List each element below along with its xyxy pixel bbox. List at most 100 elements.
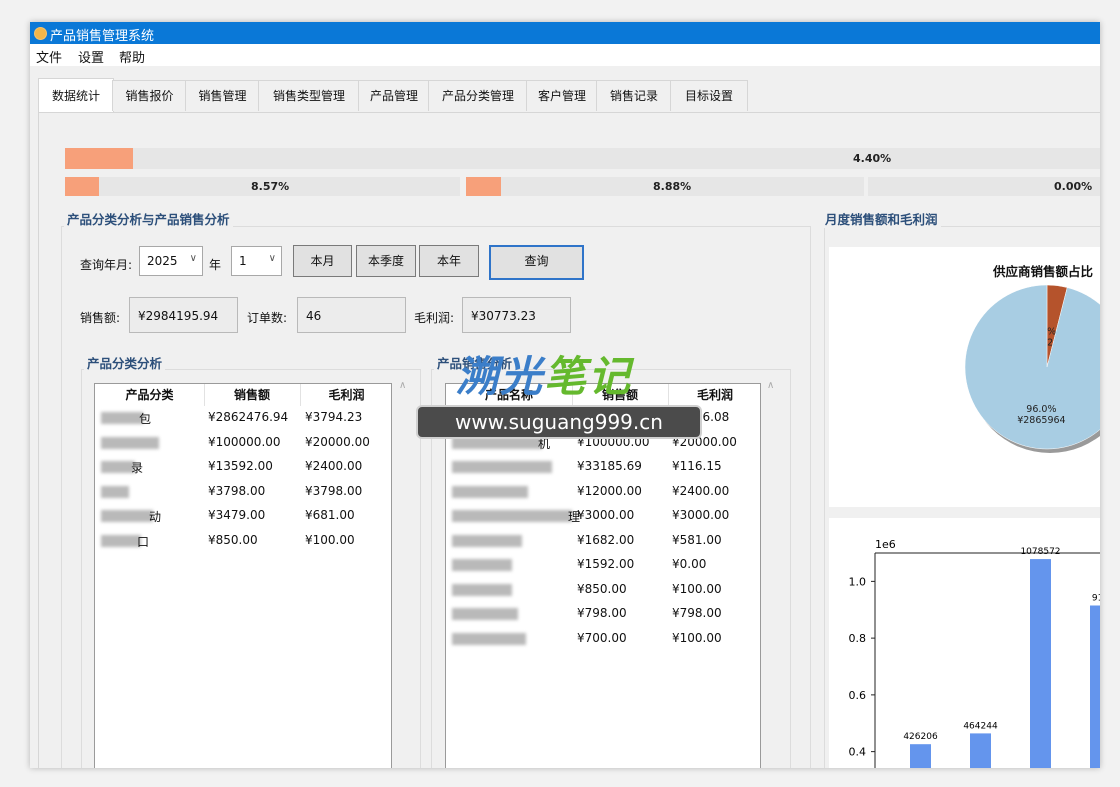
this-month-button[interactable]: 本月 — [293, 245, 352, 277]
row-sales: ¥12000.00 — [577, 483, 642, 498]
progress-bar-overall: 4.40% — [65, 148, 1100, 169]
tab-sales-record[interactable]: 销售记录 — [596, 80, 672, 111]
redacted-name — [452, 559, 512, 571]
sales-label: 销售额: — [80, 311, 121, 325]
row-profit: ¥3000.00 — [672, 508, 730, 522]
chevron-down-icon: ∨ — [268, 253, 276, 264]
title-bar[interactable]: 产品销售管理系统 — [30, 22, 1100, 44]
progress-bar-1: 8.57% — [65, 177, 460, 196]
orders-value: 46 — [306, 309, 322, 323]
orders-label: 订单数: — [247, 311, 288, 325]
bar-chart: 1e6 1.0 0.8 0.6 0.4 426206 464244 1078572 915 — [849, 538, 1100, 768]
y-tick-label: 0.8 — [849, 632, 867, 645]
stats-panel: 4.40% 8.57% 8.88% 0.00% 产品分类分析与产品销售分析 查询… — [38, 112, 1100, 768]
orders-field: 46 — [297, 297, 406, 333]
this-year-button[interactable]: 本年 — [419, 245, 479, 277]
tab-sales[interactable]: 销售管理 — [185, 80, 260, 111]
tab-product-category[interactable]: 产品分类管理 — [428, 80, 528, 111]
row-profit: ¥2400.00 — [672, 483, 730, 498]
watermark-logo: 溯光笔记 — [456, 352, 633, 401]
bar-value-label: 426206 — [903, 732, 938, 742]
row-profit: ¥100.00 — [672, 581, 722, 596]
tab-customer[interactable]: 客户管理 — [526, 80, 598, 111]
year-select[interactable]: 2025 ∨ — [139, 246, 203, 276]
row-sales: ¥13592.00 — [208, 459, 273, 473]
profit-label: 毛利润: — [414, 311, 455, 325]
menu-bar: 文件 设置 帮助 — [30, 44, 1100, 66]
progress-bar-3: 0.00% — [868, 177, 1100, 196]
column-header[interactable]: 产品分类 — [95, 384, 205, 406]
progress-label: 4.40% — [853, 152, 892, 165]
bar-value-label: 915 — [1092, 593, 1100, 603]
row-sales: ¥850.00 — [577, 581, 627, 596]
menu-settings[interactable]: 设置 — [78, 47, 104, 66]
row-sales: ¥3798.00 — [208, 483, 266, 498]
row-name: 录 — [131, 461, 144, 475]
row-profit: ¥681.00 — [305, 508, 355, 522]
month-select[interactable]: 1 ∨ — [231, 246, 282, 276]
progress-label: 0.00% — [1054, 180, 1093, 193]
year-value: 2025 — [147, 254, 178, 268]
menu-help[interactable]: 帮助 — [119, 47, 145, 66]
row-profit: ¥2400.00 — [305, 459, 363, 473]
row-sales: ¥1682.00 — [577, 532, 635, 547]
scroll-up-icon[interactable]: ∧ — [767, 380, 774, 391]
sales-amount-field: ¥2984195.94 — [129, 297, 238, 333]
pie-chart: 4.0%¥11823296.0%¥2865964 — [964, 284, 1100, 453]
app-icon — [34, 27, 47, 40]
y-tick-label: 1.0 — [849, 575, 867, 588]
tab-stats[interactable]: 数据统计 — [38, 78, 114, 112]
tab-strip: 数据统计 销售报价 销售管理 销售类型管理 产品管理 产品分类管理 客户管理 销… — [38, 78, 1100, 112]
row-sales: ¥33185.69 — [577, 459, 642, 473]
menu-file[interactable]: 文件 — [36, 47, 62, 66]
tab-quote[interactable]: 销售报价 — [112, 80, 187, 111]
tab-sales-type[interactable]: 销售类型管理 — [258, 80, 360, 111]
redacted-name — [101, 436, 159, 449]
progress-fill — [65, 148, 133, 169]
profit-field: ¥30773.23 — [462, 297, 571, 333]
chevron-down-icon: ∨ — [189, 253, 197, 264]
scroll-up-icon[interactable]: ∧ — [399, 380, 406, 391]
window-title: 产品销售管理系统 — [50, 29, 155, 44]
progress-fill — [466, 177, 501, 196]
redacted-name — [452, 632, 526, 645]
row-profit: ¥798.00 — [672, 606, 722, 620]
bar — [1030, 559, 1051, 768]
redacted-name — [101, 461, 135, 473]
bar — [910, 744, 931, 768]
row-sales: ¥850.00 — [208, 532, 258, 547]
row-profit: ¥3798.00 — [305, 483, 363, 498]
pie-chart-panel: 供应商销售额占比 4.0%¥11823296.0%¥2865964 — [829, 247, 1100, 507]
column-header[interactable]: 销售额 — [204, 384, 301, 406]
monthly-group-title: 月度销售额和毛利润 — [822, 209, 941, 228]
row-sales: ¥3000.00 — [577, 508, 635, 522]
tab-product[interactable]: 产品管理 — [358, 80, 430, 111]
tab-target[interactable]: 目标设置 — [670, 80, 748, 111]
row-sales: ¥1592.00 — [577, 557, 635, 571]
pie-pct-label: 96.0% — [1026, 404, 1056, 415]
redacted-name — [101, 510, 153, 522]
row-name: 动 — [149, 510, 162, 524]
pie-amount-label: ¥2865964 — [1017, 415, 1065, 426]
redacted-name — [452, 485, 528, 498]
category-listview[interactable]: 产品分类 销售额 毛利润 包 ¥2862476.94 ¥3794.23 ¥100000… — [94, 383, 392, 768]
column-header[interactable]: 毛利润 — [668, 384, 760, 406]
redacted-name — [452, 534, 522, 547]
bar-chart-panel: 1e6 1.0 0.8 0.6 0.4 426206 464244 1078572 915 — [829, 518, 1100, 768]
bar — [1090, 605, 1100, 768]
sales-amount-value: ¥2984195.94 — [138, 309, 219, 323]
category-group-title: 产品分类分析 — [84, 353, 166, 372]
row-name: 口 — [137, 534, 150, 549]
y-tick-label: 0.6 — [849, 689, 867, 702]
row-profit: ¥20000.00 — [305, 434, 370, 449]
row-name: 包 — [139, 412, 152, 426]
product-listview[interactable]: 产品名称 销售额 毛利润 ¥3576.08机¥100000.00¥20000.0… — [445, 383, 761, 768]
this-quarter-button[interactable]: 本季度 — [356, 245, 416, 277]
progress-label: 8.57% — [251, 180, 290, 193]
query-button[interactable]: 查询 — [489, 245, 584, 280]
bar-value-label: 1078572 — [1020, 547, 1060, 557]
progress-bar-2: 8.88% — [466, 177, 864, 196]
profit-value: ¥30773.23 — [471, 309, 536, 323]
redacted-name — [101, 534, 141, 547]
column-header[interactable]: 毛利润 — [300, 384, 391, 406]
